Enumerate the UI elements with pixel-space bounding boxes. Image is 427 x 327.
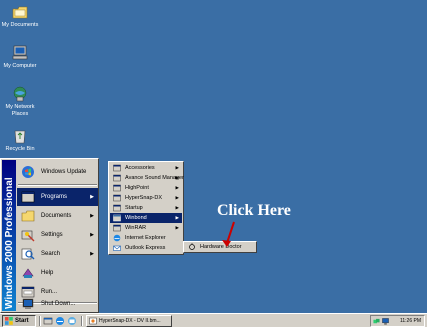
windows-logo-icon	[5, 317, 13, 325]
internet-explorer-icon[interactable]	[55, 316, 65, 326]
red-arrow-annotation	[222, 221, 235, 247]
system-tray: 11:26 PM	[370, 315, 425, 327]
outlook-express-icon[interactable]	[67, 316, 77, 326]
start-button[interactable]: Start	[2, 315, 36, 327]
taskbar-separator	[81, 316, 83, 326]
tray-network-icon[interactable]	[373, 318, 380, 325]
hypersnap-icon	[89, 317, 97, 325]
taskbar-button-hypersnap[interactable]: HyperSnap-DX - DV II.bm...	[86, 315, 172, 327]
show-desktop-icon[interactable]	[43, 316, 53, 326]
tray-monitor-icon[interactable]	[382, 317, 389, 325]
taskbar-clock[interactable]: 11:26 PM	[400, 318, 421, 324]
taskbar-separator	[39, 316, 41, 326]
taskbar: Start HyperSnap-DX - DV II.bm... 11:26 P…	[0, 313, 427, 327]
